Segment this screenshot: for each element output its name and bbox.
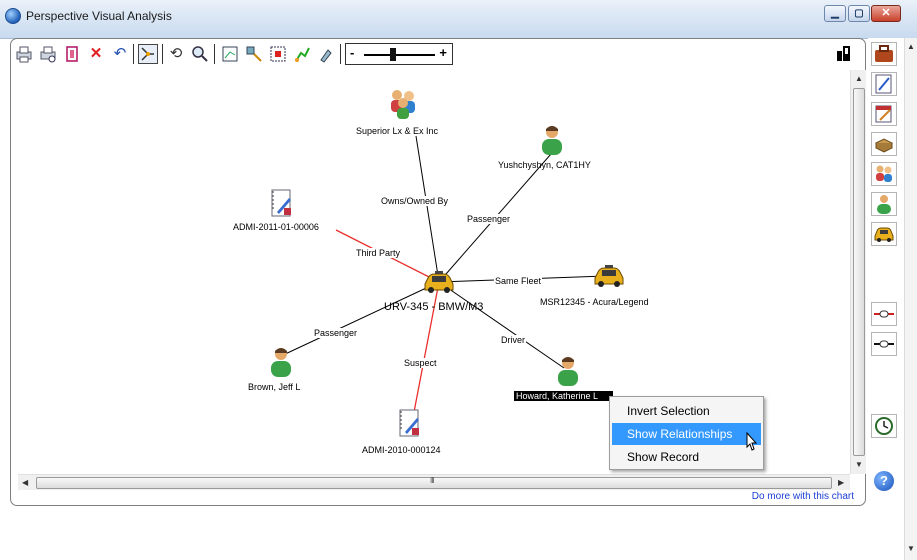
clock-icon[interactable] <box>871 414 897 438</box>
edge-passenger-2[interactable] <box>280 281 440 357</box>
node-label[interactable]: ADMI-2010-000124 <box>362 445 441 455</box>
menu-item-invert-selection[interactable]: Invert Selection <box>612 400 761 422</box>
toolbar-separator <box>340 44 341 64</box>
delete-icon[interactable]: ✕ <box>86 44 106 64</box>
document-icon[interactable] <box>397 408 423 445</box>
node-label[interactable]: ADMI-2011-01-00006 <box>233 222 319 232</box>
help-label: ? <box>880 473 888 488</box>
edge-owns[interactable] <box>415 135 440 283</box>
node-label[interactable]: Superior Lx & Ex Inc <box>356 126 438 136</box>
zoom-slider[interactable]: - + <box>345 43 453 65</box>
export-icon[interactable] <box>837 46 851 62</box>
edge-label: Suspect <box>403 358 438 368</box>
select-tool-icon[interactable] <box>138 44 158 64</box>
node-label[interactable]: Yushchyshyn, CAT1HY <box>498 160 591 170</box>
node-label[interactable]: URV-345 - BMW/M3 <box>384 301 483 313</box>
sidebar-scrollbar[interactable]: ▲ ▼ <box>904 38 917 560</box>
edge-driver[interactable] <box>438 281 565 369</box>
toolbar-separator <box>133 44 134 64</box>
link-black-icon[interactable] <box>871 332 897 356</box>
menu-item-show-record[interactable]: Show Record <box>612 446 761 468</box>
help-icon[interactable]: ? <box>874 471 894 491</box>
edge-label: Passenger <box>466 214 512 224</box>
horizontal-scroll-thumb[interactable]: III <box>36 476 832 489</box>
zoom-track <box>364 54 435 56</box>
scroll-right-icon[interactable]: ▶ <box>838 478 844 487</box>
vehicle-icon[interactable] <box>871 222 897 246</box>
application-window: Perspective Visual Analysis ▁ ▢ ✕ ✕ ↶ ⟲ <box>0 0 917 560</box>
toolbar: ✕ ↶ ⟲ - + <box>14 42 854 68</box>
close-icon: ✕ <box>881 7 891 19</box>
person-icon[interactable] <box>871 192 897 216</box>
vehicle-icon[interactable] <box>592 264 626 293</box>
scroll-left-icon[interactable]: ◀ <box>22 478 28 487</box>
title-bar: Perspective Visual Analysis ▁ ▢ ✕ <box>0 0 917 39</box>
paint-icon[interactable] <box>292 44 312 64</box>
zoom-in-button[interactable]: + <box>439 45 447 60</box>
edge-label: Third Party <box>355 248 402 258</box>
mouse-cursor-icon <box>743 431 759 459</box>
edge-label: Driver <box>500 335 526 345</box>
briefcase-icon[interactable] <box>871 42 897 66</box>
vertical-scrollbar[interactable]: ▲ ▼ <box>850 70 866 474</box>
edit-icon[interactable] <box>871 72 897 96</box>
link-red-icon[interactable] <box>871 302 897 326</box>
node-label-selected[interactable]: Howard, Katherine L <box>514 391 613 401</box>
document-icon[interactable] <box>269 188 295 225</box>
print-icon[interactable] <box>14 44 34 64</box>
organization-icon[interactable] <box>386 86 420 125</box>
print-preview-icon[interactable] <box>38 44 58 64</box>
scroll-down-icon[interactable]: ▼ <box>907 544 915 553</box>
minimize-icon: ▁ <box>831 8 839 19</box>
person-icon[interactable] <box>268 346 294 383</box>
maximize-icon: ▢ <box>854 8 864 19</box>
node-label[interactable]: MSR12345 - Acura/Legend <box>540 297 649 307</box>
lasso-icon[interactable]: ⟲ <box>166 44 186 64</box>
zoom-out-button[interactable]: - <box>350 45 354 60</box>
calendar-edit-icon[interactable] <box>871 102 897 126</box>
do-more-link[interactable]: Do more with this chart <box>690 491 854 502</box>
context-menu: Invert Selection Show Relationships Show… <box>609 396 764 470</box>
edge-label: Same Fleet <box>494 276 543 286</box>
edge-label: Owns/Owned By <box>380 196 450 206</box>
minimize-button[interactable]: ▁ <box>824 5 846 22</box>
globe-icon <box>5 8 21 24</box>
person-icon[interactable] <box>539 124 565 161</box>
brush-icon[interactable] <box>316 44 336 64</box>
vertical-scroll-thumb[interactable] <box>853 88 865 456</box>
status-area <box>0 510 904 560</box>
window-title: Perspective Visual Analysis <box>26 9 172 23</box>
scroll-down-icon[interactable]: ▼ <box>855 460 863 469</box>
edge-label: Passenger <box>313 328 359 338</box>
group-icon[interactable] <box>871 162 897 186</box>
undo-icon[interactable]: ↶ <box>110 44 130 64</box>
close-button[interactable]: ✕ <box>871 5 901 22</box>
vehicle-icon[interactable] <box>422 270 456 299</box>
select-all-icon[interactable] <box>268 44 288 64</box>
horizontal-scrollbar[interactable]: ◀ III ▶ <box>18 474 850 490</box>
expand-icon[interactable] <box>244 44 264 64</box>
scroll-up-icon[interactable]: ▲ <box>907 42 915 51</box>
person-icon[interactable] <box>555 355 581 392</box>
package-icon[interactable] <box>871 132 897 156</box>
zoom-thumb[interactable] <box>390 48 397 61</box>
copy-icon[interactable] <box>62 44 82 64</box>
maximize-button[interactable]: ▢ <box>848 5 870 22</box>
scroll-grip: III <box>430 476 435 485</box>
toolbar-separator <box>162 44 163 64</box>
scroll-up-icon[interactable]: ▲ <box>855 74 863 83</box>
menu-item-show-relationships[interactable]: Show Relationships <box>612 423 761 445</box>
node-label[interactable]: Brown, Jeff L <box>248 382 300 392</box>
zoom-tool-icon[interactable] <box>190 44 210 64</box>
layout-icon[interactable] <box>220 44 240 64</box>
toolbar-separator <box>214 44 215 64</box>
